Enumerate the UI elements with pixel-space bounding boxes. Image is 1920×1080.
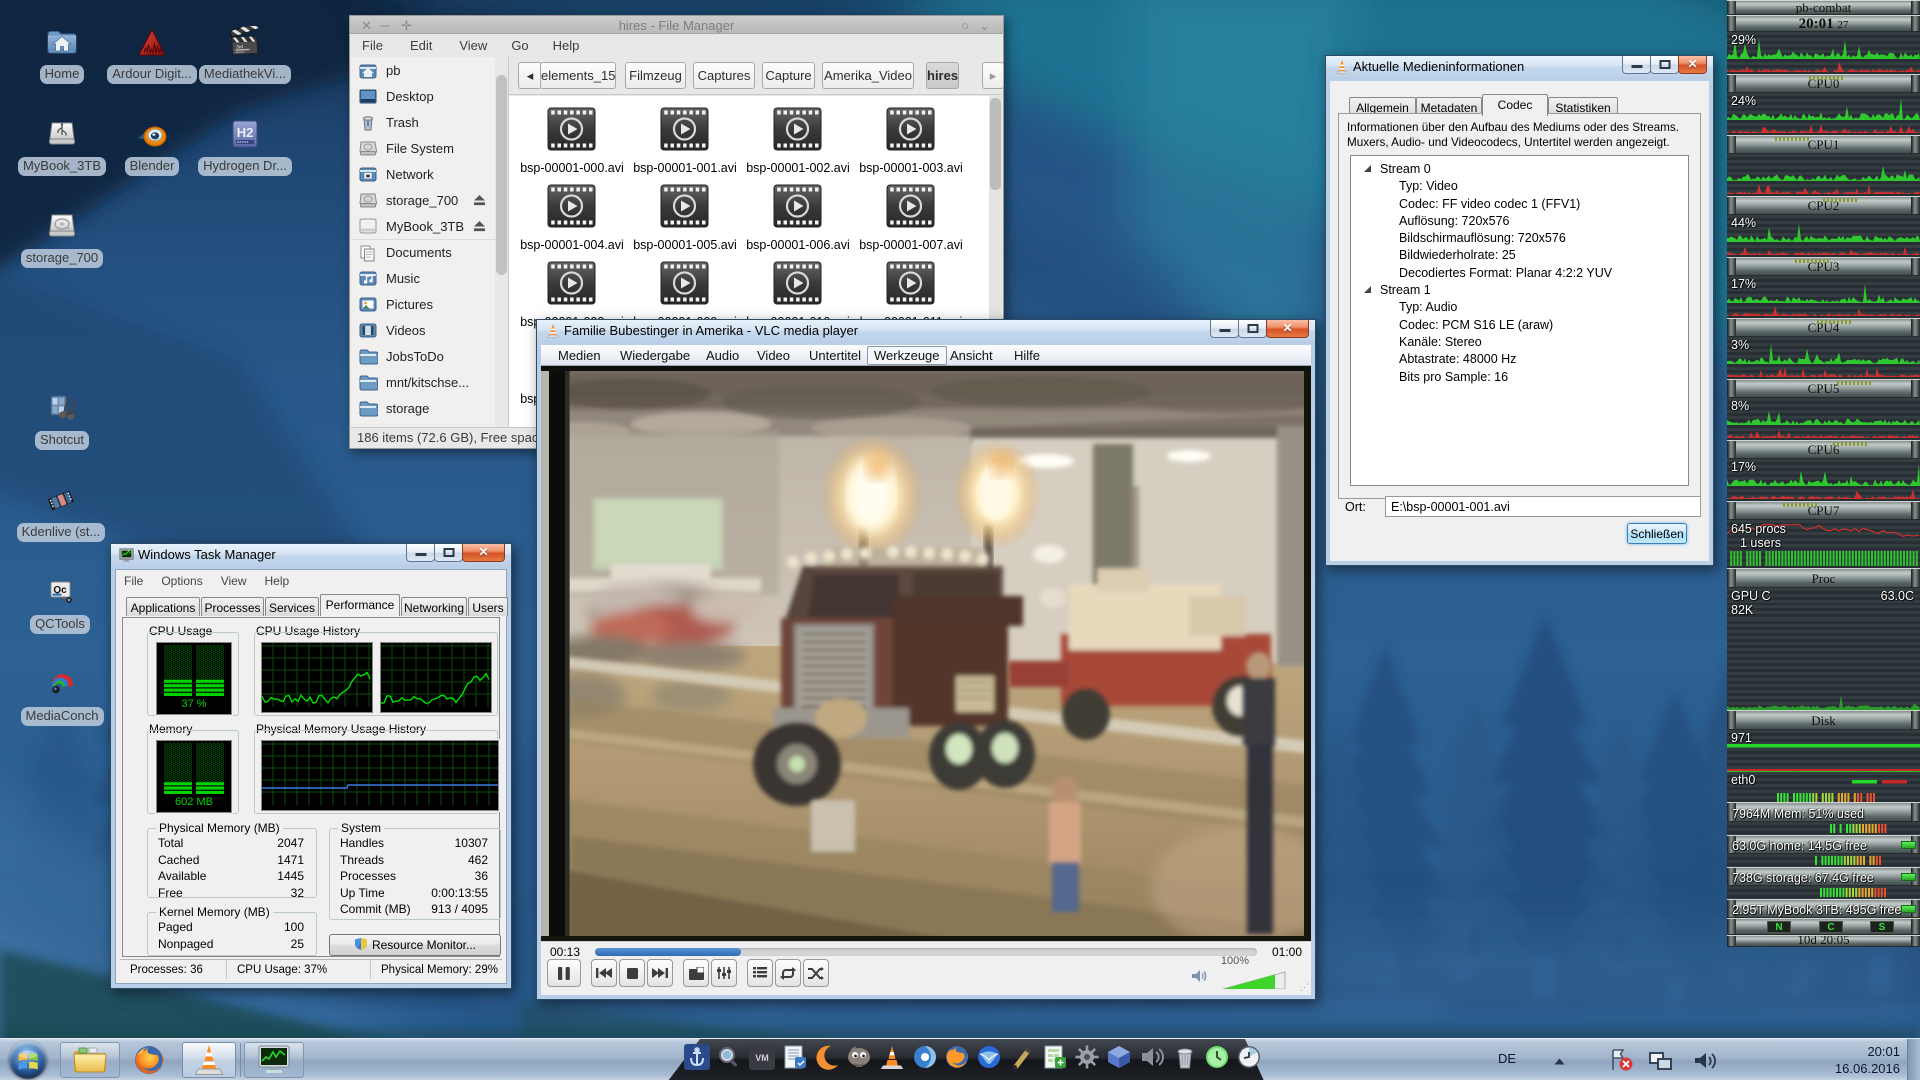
svg-text:H2: H2 [237, 125, 254, 140]
svg-text:37 %: 37 % [181, 698, 206, 709]
svg-text:3rd: 3rd [236, 44, 243, 49]
svg-text:602 MB: 602 MB [175, 796, 213, 807]
svg-text:VM: VM [755, 1053, 769, 1063]
